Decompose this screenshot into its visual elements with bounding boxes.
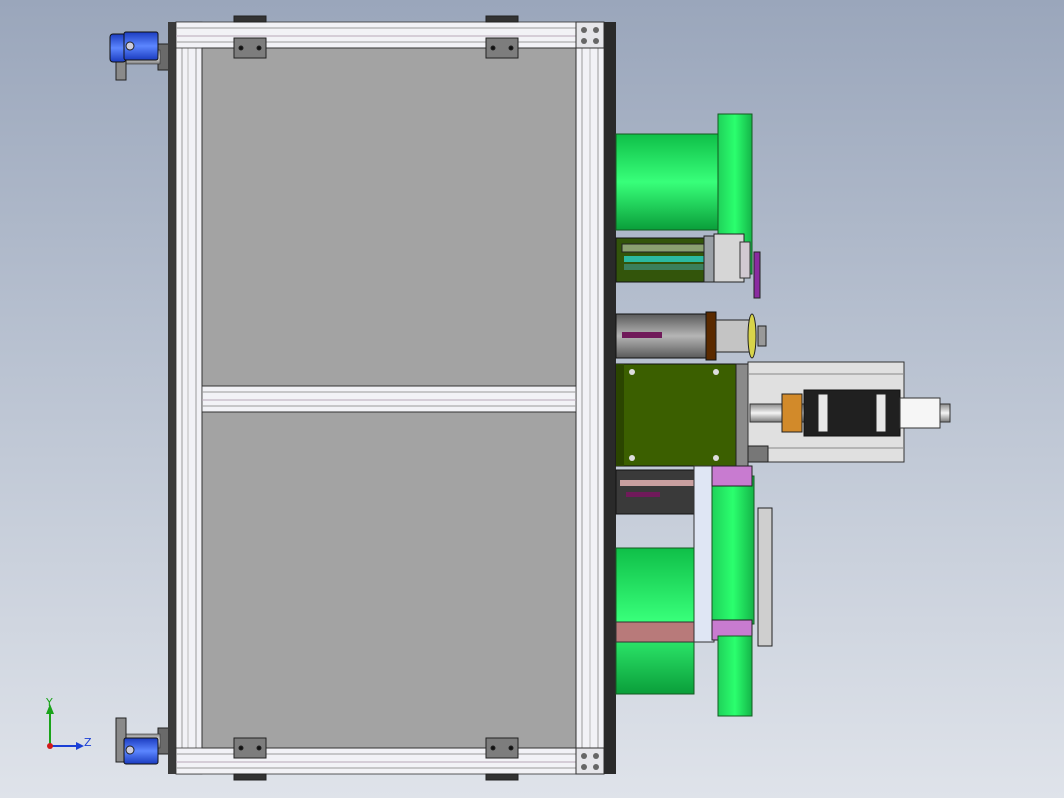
mount-plate	[615, 363, 749, 467]
assembly-drawing: Y Z	[45, 15, 951, 781]
slide-unit-upper	[615, 233, 761, 299]
y-axis-label: Y	[45, 696, 53, 709]
z-axis-label: Z	[84, 736, 92, 749]
actuator	[747, 361, 951, 463]
panel-lower	[201, 411, 577, 749]
x-axis-dot	[47, 743, 53, 749]
axis-triad: Y Z	[45, 696, 92, 750]
caster-bottom	[115, 717, 175, 765]
cad-viewport[interactable]: Y Z	[0, 0, 1064, 798]
motor-upper	[615, 311, 767, 361]
caster-top	[109, 31, 175, 81]
panel-upper	[201, 47, 577, 387]
